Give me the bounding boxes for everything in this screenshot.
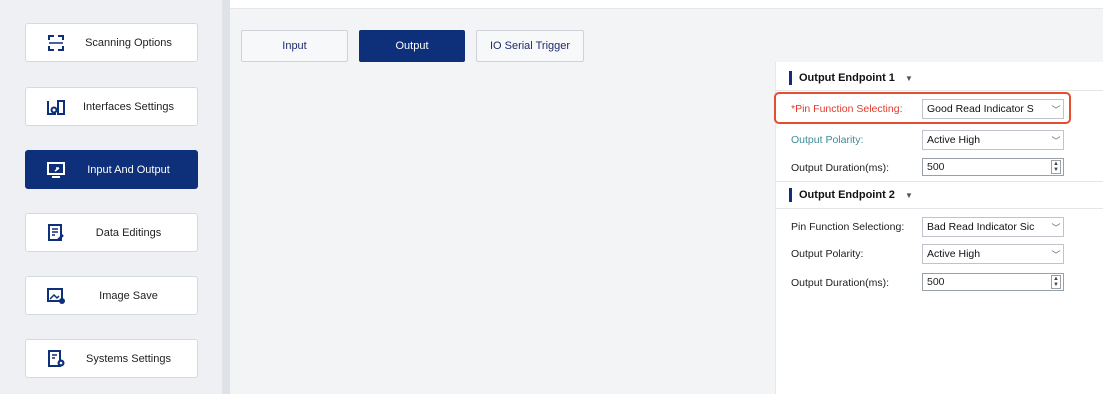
output-polarity-label: Output Polarity:	[791, 248, 864, 260]
endpoint1-title: Output Endpoint 1	[799, 72, 895, 84]
output-duration-input-2[interactable]: 500 ▲ ▼	[922, 273, 1064, 291]
highlight-annotation	[774, 92, 1071, 124]
output-duration-value: 500	[927, 161, 945, 173]
output-polarity-value: Active High	[927, 248, 981, 260]
tab-io-serial-trigger[interactable]: IO Serial Trigger	[476, 30, 584, 62]
divider-line	[776, 208, 1103, 209]
panel-divider	[222, 0, 230, 394]
endpoint1-header[interactable]: Output Endpoint 1 ▼	[789, 69, 913, 87]
caret-down-icon[interactable]: ▼	[905, 74, 913, 83]
endpoint2-title: Output Endpoint 2	[799, 189, 895, 201]
spinner-arrows-icon[interactable]: ▲ ▼	[1051, 160, 1061, 174]
divider-line	[776, 181, 1103, 182]
nav-systems-settings[interactable]: Systems Settings	[25, 339, 198, 378]
nav-label: Data Editings	[95, 226, 162, 239]
nav-data-editings[interactable]: Data Editings	[25, 213, 198, 252]
chevron-down-icon: ﹀	[1051, 135, 1061, 146]
output-polarity-value: Active High	[927, 134, 981, 146]
pin-function-label: Pin Function Selectiong:	[791, 221, 905, 233]
section-accent-bar	[789, 71, 792, 85]
tab-output[interactable]: Output	[359, 30, 465, 62]
section-accent-bar	[789, 188, 792, 202]
nav-interfaces-settings[interactable]: Interfaces Settings	[25, 87, 198, 126]
divider-line	[776, 90, 1103, 91]
nav-label: Systems Settings	[86, 352, 171, 365]
output-polarity-label: Output Polarity:	[791, 134, 864, 146]
nav-label: Interfaces Settings	[82, 100, 175, 113]
sidebar: Scanning Options Interfaces Settings Inp…	[0, 0, 222, 394]
endpoint2-header[interactable]: Output Endpoint 2 ▼	[789, 186, 913, 204]
chevron-down-icon: ﹀	[1051, 249, 1061, 260]
output-duration-input[interactable]: 500 ▲ ▼	[922, 158, 1064, 176]
pin-function-select-2[interactable]: Bad Read Indicator Sic ﹀	[922, 217, 1064, 237]
caret-down-icon[interactable]: ▼	[905, 191, 913, 200]
nav-scanning-options[interactable]: Scanning Options	[25, 23, 198, 62]
nav-label: Image Save	[99, 289, 158, 302]
output-duration-value: 500	[927, 276, 945, 288]
output-polarity-select[interactable]: Active High ﹀	[922, 130, 1064, 150]
tab-input[interactable]: Input	[241, 30, 348, 62]
nav-label: Scanning Options	[85, 36, 172, 49]
spinner-arrows-icon[interactable]: ▲ ▼	[1051, 275, 1061, 289]
pin-function-value: Bad Read Indicator Sic	[927, 221, 1035, 233]
chevron-down-icon: ﹀	[1051, 222, 1061, 233]
nav-image-save[interactable]: Image Save	[25, 276, 198, 315]
output-duration-label: Output Duration(ms):	[791, 162, 890, 174]
output-duration-label: Output Duration(ms):	[791, 277, 890, 289]
nav-label: Input And Output	[87, 163, 170, 176]
output-polarity-select-2[interactable]: Active High ﹀	[922, 244, 1064, 264]
nav-input-and-output[interactable]: Input And Output	[25, 150, 198, 189]
